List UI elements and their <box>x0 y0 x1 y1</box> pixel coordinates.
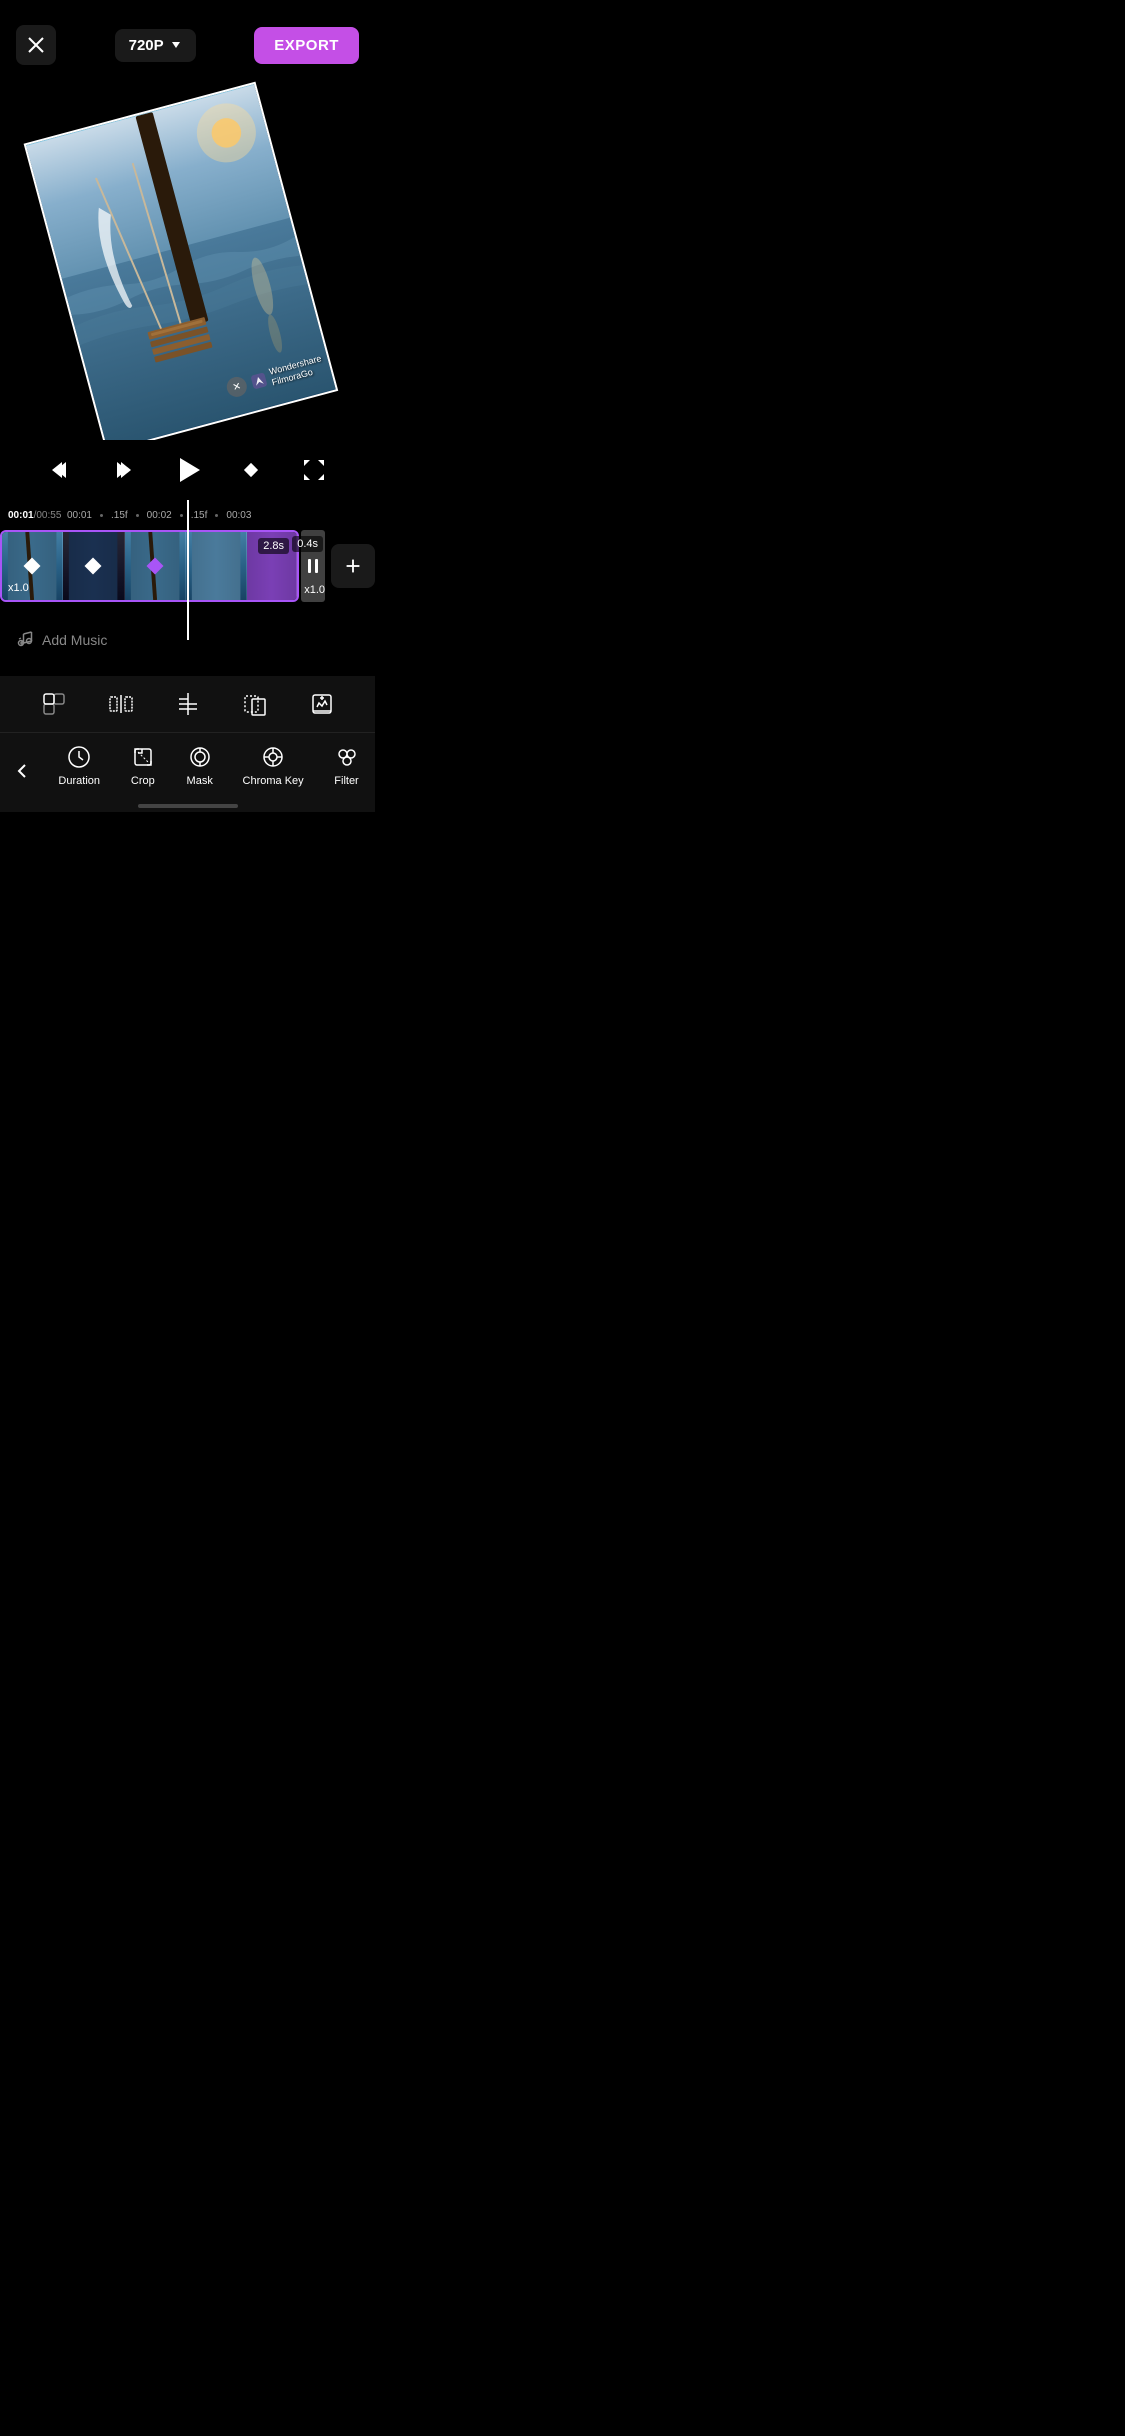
music-icon <box>16 629 34 652</box>
resolution-button[interactable]: 720P <box>115 29 196 62</box>
toolbar-btn-1[interactable] <box>34 684 74 724</box>
toolbar-btn-2[interactable] <box>101 684 141 724</box>
export-button[interactable]: EXPORT <box>254 27 359 64</box>
home-indicator <box>138 804 238 808</box>
tab-mask-label: Mask <box>187 775 213 787</box>
video-frame: ✕ Wondershare FilmoraGo <box>23 82 338 440</box>
keyframe-button[interactable] <box>229 448 273 492</box>
chroma-icon <box>259 743 287 771</box>
track-thumb-3 <box>125 532 186 600</box>
forward-button[interactable] <box>103 448 147 492</box>
tab-duration-label: Duration <box>58 775 100 787</box>
filter-icon <box>333 743 361 771</box>
tab-mask[interactable]: Mask <box>186 743 214 787</box>
keyframe-3-active <box>146 558 163 575</box>
tab-duration[interactable]: Duration <box>58 743 100 787</box>
keyframe-1 <box>24 558 41 575</box>
bottom-nav: Duration Crop <box>0 732 375 812</box>
clip-speed-badge-2: x1.0 <box>304 584 325 596</box>
toolbar-btn-5[interactable] <box>302 684 342 724</box>
add-music-text: Add Music <box>42 632 107 648</box>
tab-filter-label: Filter <box>334 775 358 787</box>
total-time: /00:55 <box>34 510 62 521</box>
crop-icon <box>129 743 157 771</box>
current-time: 00:01 <box>8 510 34 521</box>
back-button[interactable] <box>0 743 44 799</box>
video-preview: ✕ Wondershare FilmoraGo <box>0 70 375 440</box>
rewind-button[interactable] <box>40 448 84 492</box>
fullscreen-button[interactable] <box>292 448 336 492</box>
toolbar-btn-3[interactable] <box>168 684 208 724</box>
nav-tabs: Duration Crop <box>44 743 375 787</box>
duration-icon <box>65 743 93 771</box>
playback-controls <box>0 440 375 500</box>
track-thumb-4 <box>186 532 247 600</box>
keyframe-2 <box>85 558 102 575</box>
tab-chroma[interactable]: Chroma Key <box>243 743 304 787</box>
mask-icon <box>186 743 214 771</box>
playhead <box>187 500 189 640</box>
tab-filter[interactable]: Filter <box>333 743 361 787</box>
ruler-mark-1: 00:01 <box>67 510 92 521</box>
add-clip-button[interactable] <box>331 544 375 588</box>
tab-crop[interactable]: Crop <box>129 743 157 787</box>
close-button[interactable] <box>16 25 56 65</box>
track-inner[interactable]: 2.8s x1.0 <box>0 530 299 602</box>
tab-chroma-label: Chroma Key <box>243 775 304 787</box>
resolution-label: 720P <box>129 37 164 54</box>
ruler-mark-5: 00:03 <box>226 510 251 521</box>
video-frame-wrapper: ✕ Wondershare FilmoraGo <box>23 82 338 440</box>
edit-toolbar <box>0 676 375 732</box>
play-button[interactable] <box>166 448 210 492</box>
ruler-mark-4: .15f <box>191 510 208 521</box>
clip-duration-badge-2: 0.4s <box>292 536 323 552</box>
ruler-mark-3: 00:02 <box>147 510 172 521</box>
top-bar: 720P EXPORT <box>0 0 375 70</box>
toolbar-btn-4[interactable] <box>235 684 275 724</box>
clip-speed-badge: x1.0 <box>8 582 29 594</box>
ruler-mark-2: .15f <box>111 510 128 521</box>
track-thumb-2 <box>63 532 124 600</box>
tab-crop-label: Crop <box>131 775 155 787</box>
clip-duration-badge: 2.8s <box>258 538 289 554</box>
